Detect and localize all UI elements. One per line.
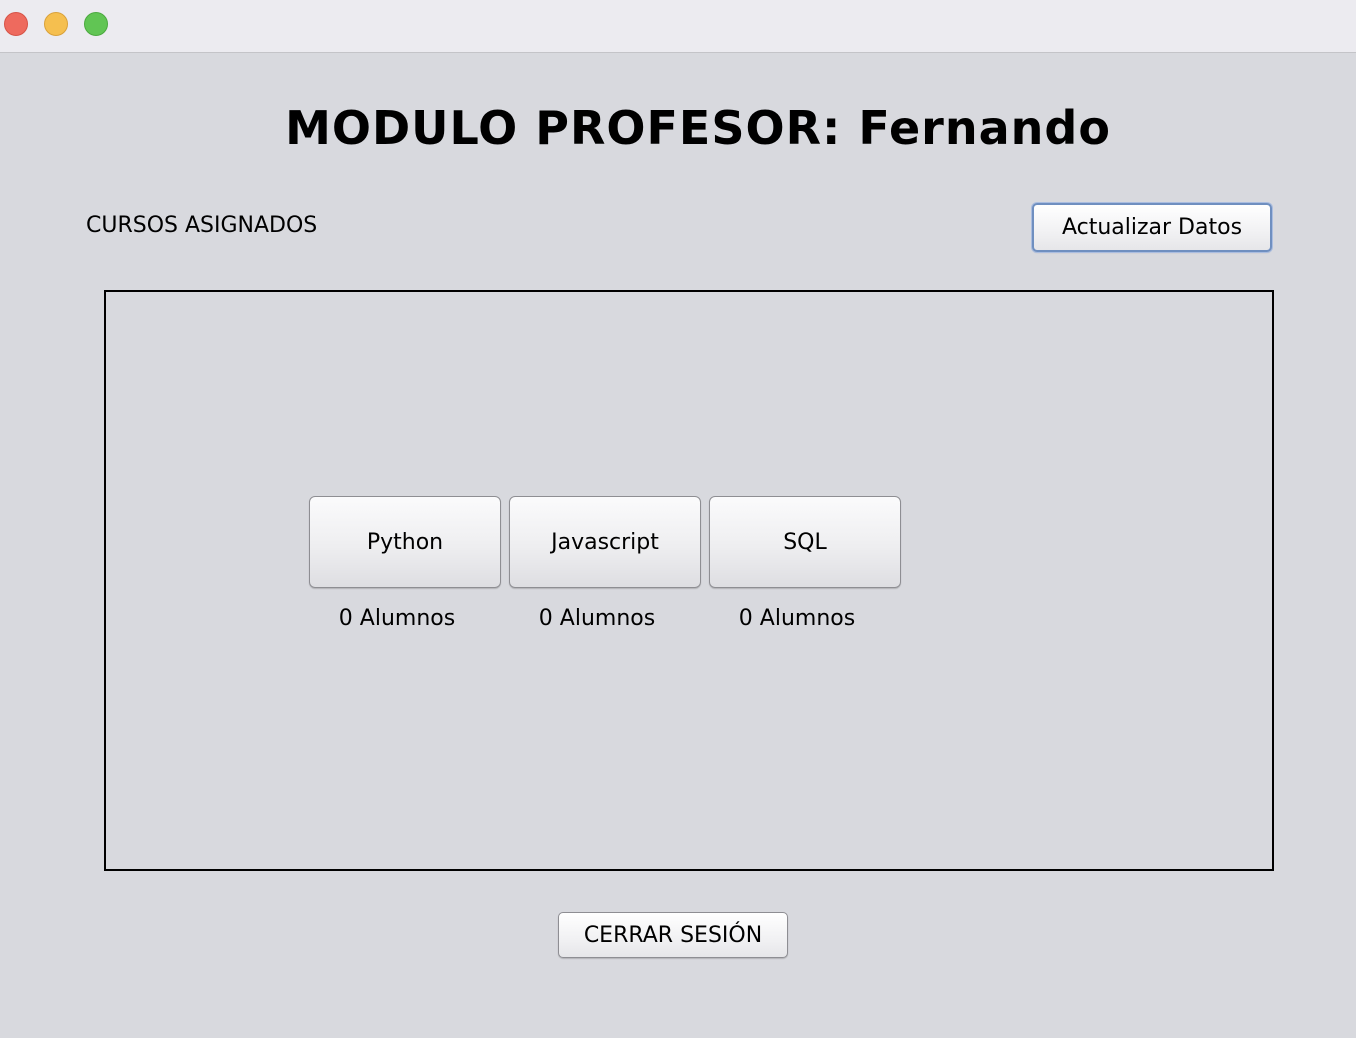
course-student-count: 0 Alumnos (338, 606, 456, 631)
maximize-window-icon[interactable] (84, 12, 108, 36)
window-content: MODULO PROFESOR: Fernando CURSOS ASIGNAD… (0, 53, 1356, 1038)
course-student-count: 0 Alumnos (738, 606, 856, 631)
page-title: MODULO PROFESOR: Fernando (285, 101, 1111, 155)
courses-panel: Python 0 Alumnos Javascript 0 Alumnos SQ… (104, 290, 1274, 871)
course-button-javascript[interactable]: Javascript (509, 496, 701, 588)
course-student-count: 0 Alumnos (538, 606, 656, 631)
window-titlebar (0, 0, 1356, 53)
assigned-courses-label: CURSOS ASIGNADOS (86, 213, 318, 238)
course-button-sql[interactable]: SQL (709, 496, 901, 588)
close-window-icon[interactable] (4, 12, 28, 36)
course-button-python[interactable]: Python (309, 496, 501, 588)
update-data-button[interactable]: Actualizar Datos (1032, 203, 1272, 252)
logout-button[interactable]: CERRAR SESIÓN (558, 912, 788, 958)
minimize-window-icon[interactable] (44, 12, 68, 36)
